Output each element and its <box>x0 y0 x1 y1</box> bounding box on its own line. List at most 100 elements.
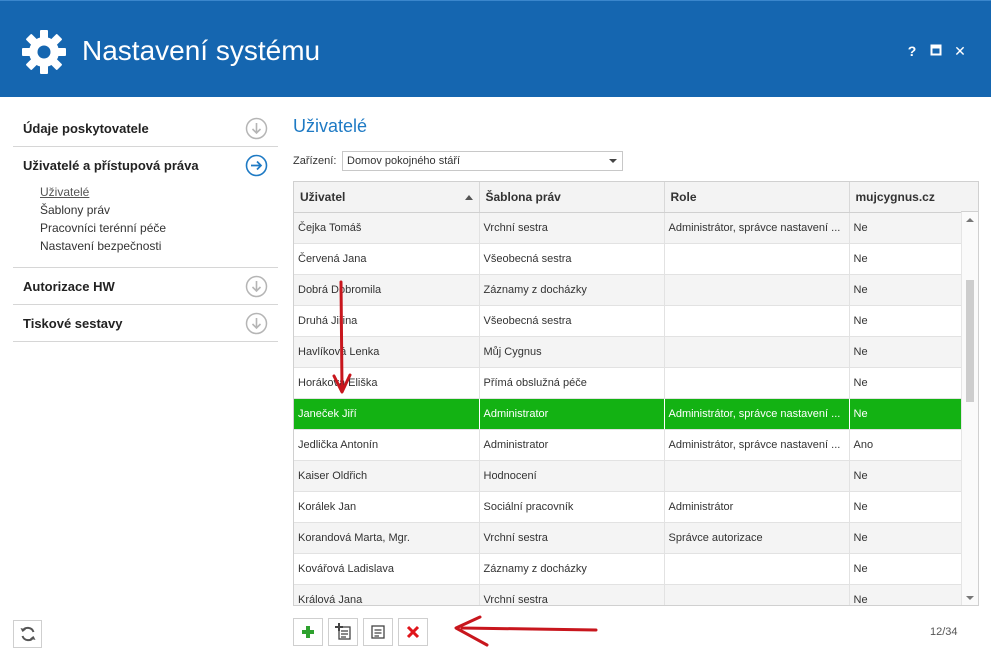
table-row[interactable]: Kaiser Oldřich Hodnocení Ne <box>294 460 962 492</box>
cell-user: Červená Jana <box>294 243 480 275</box>
cell-mujcygnus: Ne <box>849 367 962 399</box>
table-row[interactable]: Dobrá Dobromila Záznamy z docházky Ne <box>294 274 962 306</box>
cell-mujcygnus: Ne <box>849 553 962 585</box>
scroll-thumb[interactable] <box>966 280 974 402</box>
column-header-role[interactable]: Role <box>664 182 850 213</box>
cell-role: Správce autorizace <box>664 522 850 554</box>
table-header: Uživatel Šablona práv Role mujcygnus.cz <box>294 182 962 213</box>
cell-user: Korandová Marta, Mgr. <box>294 522 480 554</box>
delete-icon <box>406 625 420 639</box>
cell-user: Druhá Jiřina <box>294 305 480 337</box>
table-row[interactable]: Druhá Jiřina Všeobecná sestra Ne <box>294 305 962 337</box>
delete-button[interactable] <box>398 618 428 646</box>
sidebar-item-permission-templates[interactable]: Šablony práv <box>40 201 278 219</box>
sidebar-section-users[interactable]: Uživatelé a přístupová práva Uživatelé Š… <box>13 147 278 268</box>
cell-user: Čejka Tomáš <box>294 212 480 244</box>
cell-role <box>664 460 850 492</box>
cell-role <box>664 553 850 585</box>
annotation-arrow-left <box>454 615 598 647</box>
table-row[interactable]: Horáková Eliška Přímá obslužná péče Ne <box>294 367 962 399</box>
title-bar: Nastavení systému ? ✕ <box>0 0 991 97</box>
cell-role <box>664 584 850 605</box>
users-grid[interactable]: Uživatel Šablona práv Role mujcygnus.cz … <box>293 181 979 606</box>
sidebar-item-field-workers[interactable]: Pracovníci terénní péče <box>40 219 278 237</box>
cell-role: Administrátor, správce nastavení ... <box>664 398 850 430</box>
sidebar-section-label[interactable]: Autorizace HW <box>13 268 278 304</box>
chevron-right-icon[interactable] <box>245 154 268 177</box>
cell-role <box>664 274 850 306</box>
sidebar-item-users[interactable]: Uživatelé <box>40 183 278 201</box>
refresh-button[interactable] <box>13 620 42 648</box>
cell-template: Přímá obslužná péče <box>479 367 665 399</box>
table-row[interactable]: Havlíková Lenka Můj Cygnus Ne <box>294 336 962 368</box>
cell-template: Záznamy z docházky <box>479 553 665 585</box>
sidebar-section-label[interactable]: Tiskové sestavy <box>13 305 278 341</box>
chevron-down-icon <box>609 159 617 163</box>
table-row-selected[interactable]: Janeček Jiří Administrator Administrátor, … <box>294 398 962 430</box>
add-from-template-icon <box>335 623 351 640</box>
column-header-mujcygnus[interactable]: mujcygnus.cz <box>849 182 962 213</box>
chevron-down-icon[interactable] <box>245 312 268 335</box>
cell-template: Hodnocení <box>479 460 665 492</box>
cell-mujcygnus: Ne <box>849 398 962 430</box>
close-button[interactable]: ✕ <box>952 43 968 59</box>
cell-user: Jedlička Antonín <box>294 429 480 461</box>
scroll-down-icon[interactable] <box>966 596 974 600</box>
help-button[interactable]: ? <box>904 43 920 59</box>
sidebar-section-hw-authorization[interactable]: Autorizace HW <box>13 268 278 305</box>
cell-mujcygnus: Ne <box>849 584 962 605</box>
device-label: Zařízení: <box>293 155 337 167</box>
cell-user: Janeček Jiří <box>294 398 480 430</box>
edit-button[interactable] <box>363 618 393 646</box>
cell-user: Dobrá Dobromila <box>294 274 480 306</box>
sidebar-section-print-reports[interactable]: Tiskové sestavy <box>13 305 278 342</box>
record-counter: 12/34 <box>930 626 958 638</box>
device-select-value: Domov pokojného stáří <box>347 155 461 167</box>
edit-icon <box>371 625 385 639</box>
column-header-user[interactable]: Uživatel <box>294 182 480 213</box>
sidebar-item-security-settings[interactable]: Nastavení bezpečnosti <box>40 237 278 255</box>
header-filler <box>961 182 978 212</box>
sort-ascending-icon <box>464 195 473 200</box>
table-row[interactable]: Čejka Tomáš Vrchní sestra Administrátor, s… <box>294 212 962 244</box>
vertical-scrollbar[interactable] <box>961 212 978 605</box>
cell-role <box>664 243 850 275</box>
cell-user: Kovářová Ladislava <box>294 553 480 585</box>
table-row[interactable]: Červená Jana Všeobecná sestra Ne <box>294 243 962 275</box>
scroll-up-icon[interactable] <box>966 218 974 222</box>
add-from-template-button[interactable] <box>328 618 358 646</box>
cell-mujcygnus: Ne <box>849 305 962 337</box>
cell-mujcygnus: Ne <box>849 274 962 306</box>
cell-template: Sociální pracovník <box>479 491 665 523</box>
cell-mujcygnus: Ne <box>849 491 962 523</box>
sidebar-section-label[interactable]: Uživatelé a přístupová práva <box>13 147 278 183</box>
cell-template: Administrator <box>479 398 665 430</box>
maximize-button[interactable] <box>928 43 944 59</box>
gear-icon <box>22 30 66 74</box>
cell-mujcygnus: Ano <box>849 429 962 461</box>
sidebar-section-label[interactable]: Údaje poskytovatele <box>13 110 278 146</box>
sidebar: Údaje poskytovatele Uživatelé a přístupo… <box>13 110 278 342</box>
table-row[interactable]: Kovářová Ladislava Záznamy z docházky Ne <box>294 553 962 585</box>
cell-template: Všeobecná sestra <box>479 305 665 337</box>
cell-role <box>664 336 850 368</box>
cell-mujcygnus: Ne <box>849 336 962 368</box>
table-row[interactable]: Korálek Jan Sociální pracovník Administrát… <box>294 491 962 523</box>
table-row[interactable]: Králová Jana Vrchní sestra Ne <box>294 584 962 605</box>
add-icon <box>302 626 314 638</box>
cell-template: Vrchní sestra <box>479 212 665 244</box>
table-row[interactable]: Jedlička Antonín Administrator Administrát… <box>294 429 962 461</box>
table-row[interactable]: Korandová Marta, Mgr. Vrchní sestra Správc… <box>294 522 962 554</box>
cell-role <box>664 305 850 337</box>
maximize-icon <box>930 44 942 56</box>
column-header-template[interactable]: Šablona práv <box>479 182 665 213</box>
device-select[interactable]: Domov pokojného stáří <box>342 151 623 171</box>
cell-role: Administrátor, správce nastavení ... <box>664 212 850 244</box>
cell-mujcygnus: Ne <box>849 212 962 244</box>
sidebar-section-provider[interactable]: Údaje poskytovatele <box>13 110 278 147</box>
cell-template: Administrator <box>479 429 665 461</box>
add-button[interactable] <box>293 618 323 646</box>
chevron-down-icon[interactable] <box>245 117 268 140</box>
chevron-down-icon[interactable] <box>245 275 268 298</box>
refresh-icon <box>20 626 35 642</box>
